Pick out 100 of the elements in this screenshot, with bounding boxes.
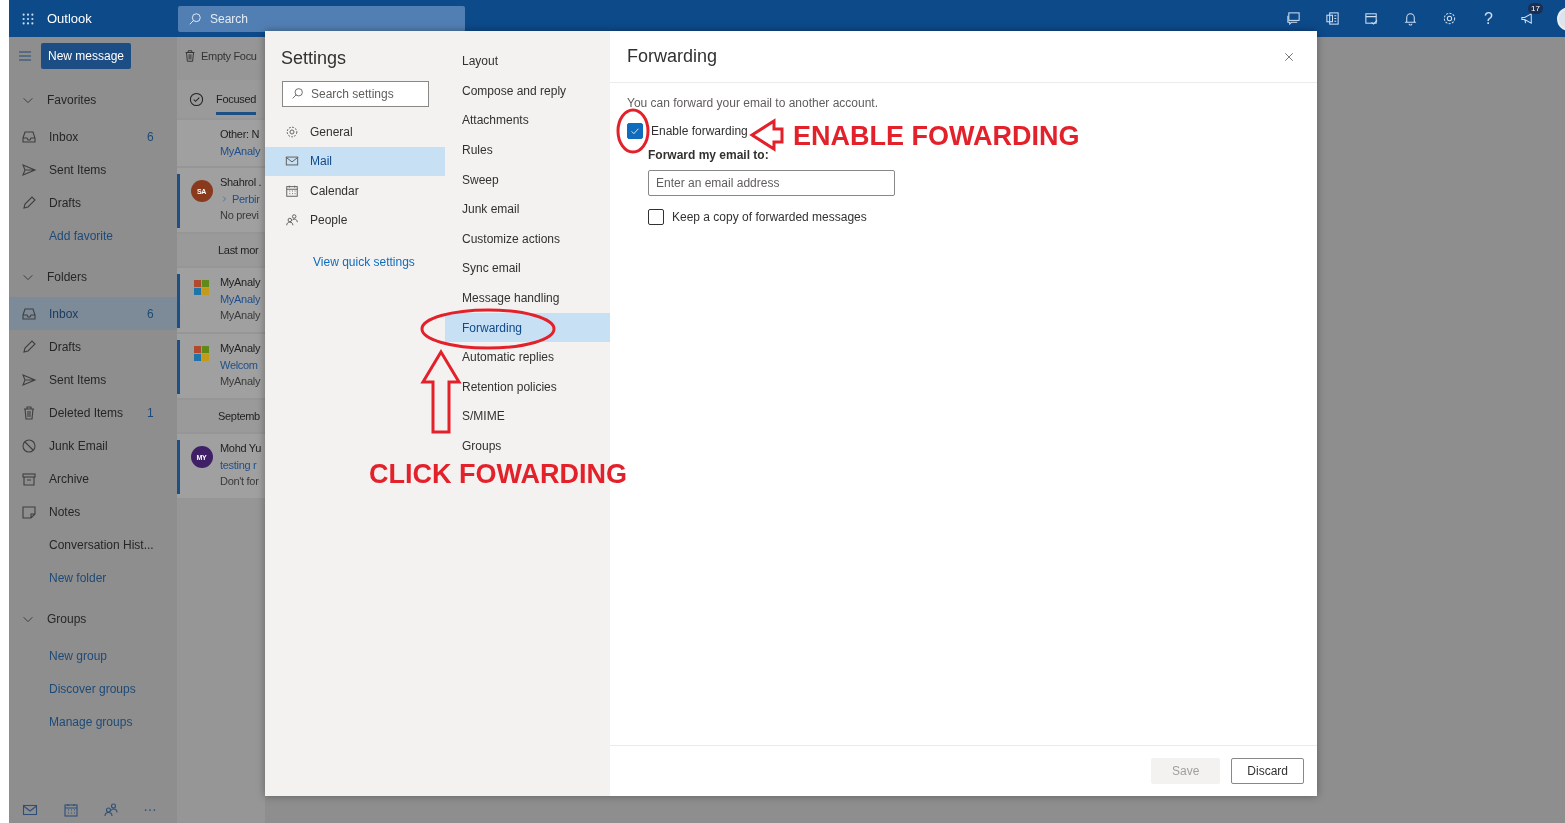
empty-focused-button[interactable]: Empty Focu xyxy=(201,50,257,62)
folder-item[interactable]: Archive xyxy=(9,462,177,495)
settings-category[interactable]: Calendar xyxy=(265,176,445,206)
folder-item[interactable]: Sent Items xyxy=(9,153,177,186)
folder-item[interactable]: Sent Items xyxy=(9,363,177,396)
checkbox[interactable] xyxy=(627,123,643,139)
settings-section[interactable]: S/MIME xyxy=(445,401,610,432)
settings-icon[interactable] xyxy=(1442,11,1457,26)
message-subject: MyAnaly xyxy=(220,143,261,159)
section-header[interactable]: Groups xyxy=(47,612,87,626)
settings-section[interactable]: Sweep xyxy=(445,164,610,195)
sender-name: Mohd Yu xyxy=(220,441,262,456)
folder-item[interactable]: Inbox 6 xyxy=(9,120,177,153)
email-address-field[interactable]: Enter an email address xyxy=(648,170,895,196)
annotation-text: CLICK FOWARDING xyxy=(369,459,627,489)
message-item[interactable]: MyAnaly MyAnaly MyAnaly xyxy=(177,268,265,332)
pencil-icon xyxy=(21,338,37,355)
folder-item[interactable]: Deleted Items 1 xyxy=(9,396,177,429)
inbox-icon xyxy=(21,305,37,322)
search-icon xyxy=(291,87,304,100)
people-icon[interactable] xyxy=(103,801,119,818)
folder-item[interactable]: Notes xyxy=(9,495,177,528)
settings-title: Settings xyxy=(280,48,348,70)
sender-name: Shahrol . xyxy=(220,175,262,190)
sender-name: MyAnaly xyxy=(220,341,261,356)
checkbox-label: Enable forwarding xyxy=(651,124,748,138)
section-header[interactable]: Folders xyxy=(47,270,87,284)
annotation-text: ENABLE FOWARDING xyxy=(793,121,1080,151)
folder-item[interactable]: Drafts xyxy=(9,186,177,219)
checkbox[interactable] xyxy=(648,209,664,225)
settings-section[interactable]: Forwarding xyxy=(445,312,610,343)
pencil-icon xyxy=(21,194,37,211)
settings-section[interactable]: Rules xyxy=(445,135,610,165)
message-preview: MyAnaly xyxy=(220,374,261,389)
close-icon xyxy=(1283,50,1295,63)
help-button[interactable]: ? xyxy=(1480,9,1497,28)
paper-plane-icon xyxy=(21,371,37,388)
megaphone-icon[interactable] xyxy=(1520,11,1535,26)
search-icon xyxy=(188,11,202,26)
pane-title: Forwarding xyxy=(627,46,719,67)
notification-badge: 17 xyxy=(1528,3,1543,14)
settings-section[interactable]: Compose and reply xyxy=(445,76,610,106)
sender-name: Other: N xyxy=(220,127,261,142)
bell-icon[interactable] xyxy=(1403,11,1418,26)
settings-category[interactable]: People xyxy=(265,205,445,235)
settings-section[interactable]: Message handling xyxy=(445,283,610,313)
settings-icon xyxy=(285,124,299,139)
checkbox-label: Keep a copy of forwarded messages xyxy=(672,210,867,224)
app-name[interactable]: Outlook xyxy=(47,11,178,26)
logo-icon xyxy=(194,346,209,361)
settings-section[interactable]: Retention policies xyxy=(445,372,610,402)
message-subject: MyAnaly xyxy=(220,291,261,307)
folder-item[interactable]: Drafts xyxy=(9,330,177,363)
trash-icon[interactable] xyxy=(183,49,197,63)
folder-item[interactable]: Inbox 6 xyxy=(9,297,177,330)
quick-settings-link[interactable]: View quick settings xyxy=(313,255,445,269)
app-launcher-icon[interactable] xyxy=(21,11,35,26)
settings-section[interactable]: Attachments xyxy=(445,105,610,136)
annotation-circle xyxy=(616,108,650,154)
date-group-header: Septemb xyxy=(218,410,260,422)
description: You can forward your email to another account. xyxy=(627,96,880,110)
settings-category[interactable]: General xyxy=(265,117,445,147)
calendar-check-icon[interactable] xyxy=(1364,11,1379,26)
section-header[interactable]: Favorites xyxy=(47,93,97,107)
trash-icon xyxy=(21,404,37,421)
message-preview: Don't for xyxy=(220,474,260,489)
message-subject: testing r xyxy=(220,457,257,473)
search-settings-field[interactable]: Search settings xyxy=(282,81,429,107)
envelope-icon xyxy=(285,154,299,169)
message-subject: Perbir xyxy=(232,191,260,207)
note-icon xyxy=(21,503,37,520)
paper-plane-icon xyxy=(21,161,37,178)
new-message-button[interactable]: New message xyxy=(41,43,132,69)
document-icon[interactable] xyxy=(1325,11,1340,26)
chat-icon[interactable] xyxy=(1286,11,1301,26)
date-group-header: Last mor xyxy=(218,244,259,256)
check-circle-icon[interactable] xyxy=(189,91,204,107)
settings-category[interactable]: Mail xyxy=(265,146,445,176)
settings-section[interactable]: Groups xyxy=(445,431,610,461)
field-label: Forward my email to: xyxy=(648,148,770,162)
sender-name: MyAnaly xyxy=(220,275,261,290)
people-icon xyxy=(285,213,299,228)
message-preview: MyAnaly xyxy=(220,308,261,323)
blocked-icon xyxy=(21,437,37,454)
folder-item[interactable]: Junk Email xyxy=(9,429,177,462)
message-item[interactable]: Other: N MyAnaly xyxy=(177,120,265,166)
message-subject: Welcom xyxy=(220,357,258,373)
settings-section[interactable]: Automatic replies xyxy=(445,342,610,373)
settings-section[interactable]: Sync email xyxy=(445,253,610,284)
search-field[interactable]: Search xyxy=(178,5,465,32)
folder-item[interactable]: Conversation Hist... xyxy=(9,528,177,561)
inbox-icon xyxy=(21,128,37,145)
logo-icon xyxy=(194,280,209,295)
message-preview: No previ xyxy=(220,208,260,223)
annotation-arrow xyxy=(749,118,784,152)
discard-button[interactable]: Discard xyxy=(1231,758,1304,784)
message-item[interactable]: MyAnaly Welcom MyAnaly xyxy=(177,334,265,398)
settings-section[interactable]: Junk email xyxy=(445,194,610,225)
settings-section[interactable]: Layout xyxy=(445,46,610,77)
settings-section[interactable]: Customize actions xyxy=(445,224,610,254)
